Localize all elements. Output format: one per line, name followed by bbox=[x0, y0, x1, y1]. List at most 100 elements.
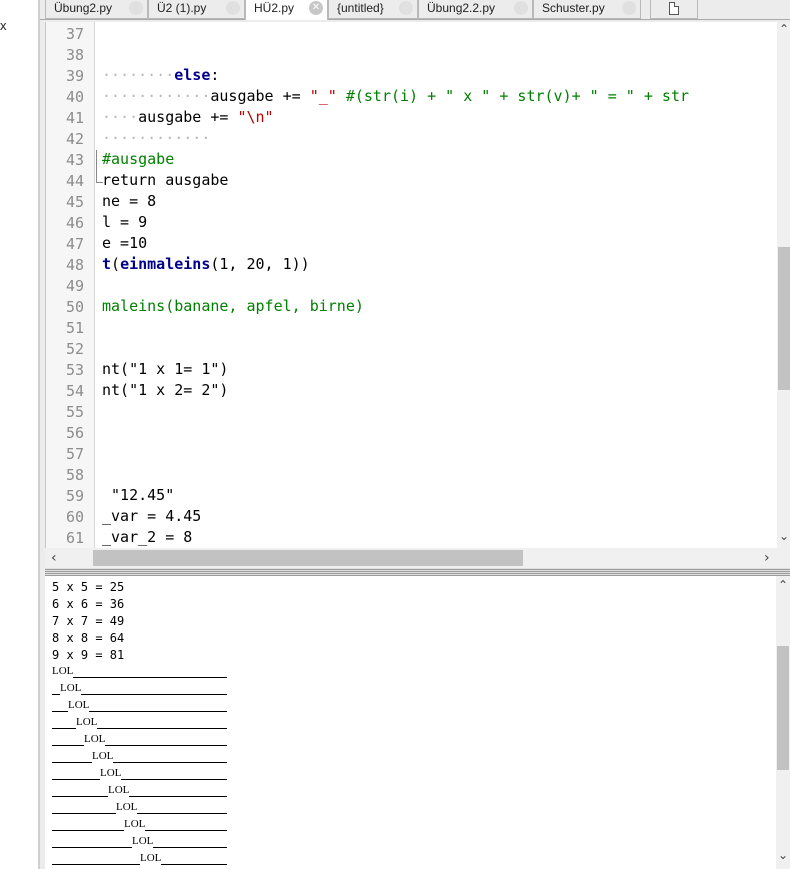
close-tab-icon[interactable]: ✕ bbox=[514, 1, 528, 15]
tab-label: {untitled} bbox=[337, 1, 384, 15]
tab-label: Übung2.py bbox=[54, 1, 113, 15]
code-text: ne = 8 bbox=[102, 192, 157, 210]
comment: #(str(i) + " x " + str(v)+ " = " + str bbox=[336, 87, 690, 105]
close-tab-icon[interactable]: ✕ bbox=[399, 1, 413, 15]
tab-label: HÜ2.py bbox=[254, 1, 295, 15]
lol-word: LOL bbox=[60, 682, 82, 694]
close-tab-icon[interactable]: ✕ bbox=[309, 1, 323, 15]
code-line-39: ········else: bbox=[102, 66, 219, 87]
output-vertical-scrollbar[interactable]: ⌃ ⌄ bbox=[776, 576, 790, 869]
chevron-down-icon[interactable]: ⌄ bbox=[778, 848, 788, 862]
line-number: 52 bbox=[66, 340, 85, 358]
lol-line: LOL bbox=[52, 835, 228, 852]
chevron-down-icon[interactable]: ⌄ bbox=[779, 529, 789, 543]
code-line-41: ····ausgabe += "\n" bbox=[102, 108, 274, 129]
code-editor[interactable]: 37 38 39 40 41 42 43 44 45 46 47 48 49 5… bbox=[45, 22, 790, 548]
whitespace-dots: ············ bbox=[102, 129, 211, 147]
underscore-padding bbox=[105, 733, 228, 746]
line-number: 61 bbox=[66, 529, 85, 547]
tab-uebung2[interactable]: Übung2.py ✕ bbox=[45, 0, 148, 19]
line-number: 43 bbox=[66, 151, 85, 169]
code-text: nt("1 x 1= 1") bbox=[102, 360, 229, 378]
new-tab-button[interactable] bbox=[650, 0, 698, 19]
underscore-padding bbox=[52, 784, 108, 797]
underscore-padding bbox=[113, 750, 228, 763]
close-tab-icon[interactable]: ✕ bbox=[129, 1, 143, 15]
lol-word: LOL bbox=[76, 716, 98, 728]
chevron-right-icon[interactable]: › bbox=[764, 550, 770, 566]
tab-label: Übung2.2.py bbox=[427, 1, 496, 15]
string-literal: "\n" bbox=[237, 108, 274, 126]
underscore-padding bbox=[97, 716, 228, 729]
line-number: 60 bbox=[66, 508, 85, 526]
output-line: 5 x 5 = 25 bbox=[52, 580, 125, 594]
underscore-padding bbox=[89, 699, 228, 712]
line-number: 37 bbox=[66, 25, 85, 43]
scrollbar-thumb[interactable] bbox=[777, 646, 789, 770]
scrollbar-thumb[interactable] bbox=[778, 247, 790, 390]
underscore-padding bbox=[52, 699, 68, 712]
output-line: 6 x 6 = 36 bbox=[52, 597, 125, 611]
lol-word: LOL bbox=[108, 784, 130, 796]
close-icon[interactable]: x bbox=[0, 18, 7, 33]
underscore-padding bbox=[52, 716, 76, 729]
lol-line: LOL bbox=[52, 852, 228, 869]
tab-schuster[interactable]: Schuster.py ✕ bbox=[533, 0, 641, 19]
line-number: 39 bbox=[66, 67, 85, 85]
tab-label: Ü2 (1).py bbox=[157, 1, 207, 15]
close-tab-icon[interactable]: ✕ bbox=[622, 1, 636, 15]
side-panel: x bbox=[0, 0, 38, 869]
code-line-61: _var_2 = 8 bbox=[102, 528, 192, 548]
line-number: 44 bbox=[66, 172, 85, 190]
output-line: 8 x 8 = 64 bbox=[52, 631, 125, 645]
close-tab-icon[interactable]: ✕ bbox=[226, 1, 240, 15]
underscore-padding bbox=[52, 682, 60, 695]
chevron-left-icon[interactable]: ‹ bbox=[51, 550, 57, 566]
code-line-43: #ausgabe bbox=[102, 150, 174, 171]
chevron-up-icon[interactable]: ⌃ bbox=[779, 22, 789, 36]
tab-bar: Übung2.py ✕ Ü2 (1).py ✕ HÜ2.py ✕ {untitl… bbox=[40, 0, 790, 20]
pane-splitter[interactable] bbox=[45, 568, 790, 576]
underscore-padding bbox=[153, 835, 228, 848]
scrollbar-thumb[interactable] bbox=[93, 550, 523, 566]
underscore-padding bbox=[73, 665, 228, 678]
code-text: _var = 4.45 bbox=[102, 507, 202, 525]
code-text: l = 9 bbox=[102, 213, 148, 231]
lol-word: LOL bbox=[124, 818, 146, 830]
underscore-padding bbox=[161, 852, 228, 865]
line-number: 51 bbox=[66, 319, 85, 337]
keyword: return bbox=[102, 171, 157, 189]
code-text: : bbox=[210, 66, 220, 84]
line-number: 58 bbox=[66, 466, 85, 484]
underscore-padding bbox=[137, 801, 228, 814]
line-number: 56 bbox=[66, 424, 85, 442]
chevron-up-icon[interactable]: ⌃ bbox=[778, 578, 788, 592]
keyword: else bbox=[174, 66, 211, 84]
comment: maleins(banane, apfel, birne) bbox=[102, 297, 364, 315]
tab-ue2-1[interactable]: Ü2 (1).py ✕ bbox=[148, 0, 245, 19]
editor-vertical-scrollbar[interactable]: ⌃ ⌄ bbox=[777, 22, 790, 548]
line-number: 45 bbox=[66, 193, 85, 211]
code-line-40: ············ausgabe += "_" #(str(i) + " … bbox=[102, 87, 689, 108]
lol-line: LOL bbox=[52, 784, 228, 801]
underscore-padding bbox=[81, 682, 228, 695]
tab-untitled[interactable]: {untitled} ✕ bbox=[328, 0, 418, 19]
tab-hue2[interactable]: HÜ2.py ✕ bbox=[245, 0, 328, 20]
line-number: 55 bbox=[66, 403, 85, 421]
code-text: nt("1 x 2= 2") bbox=[102, 381, 229, 399]
lol-word: LOL bbox=[52, 665, 74, 677]
code-line-60: _var = 4.45 bbox=[102, 507, 201, 528]
line-number: 57 bbox=[66, 445, 85, 463]
lol-line: LOL bbox=[52, 733, 228, 750]
line-number: 59 bbox=[66, 487, 85, 505]
lol-line: LOL bbox=[52, 750, 228, 767]
code-line-54: nt("1 x 2= 2") bbox=[102, 381, 228, 402]
code-text: ausgabe += bbox=[210, 87, 310, 105]
editor-horizontal-scrollbar[interactable]: ‹ › bbox=[45, 548, 790, 568]
code-area[interactable]: ········else: ············ausgabe += "_"… bbox=[102, 22, 777, 548]
keyword: t bbox=[102, 255, 112, 273]
lol-line: LOL bbox=[52, 818, 228, 835]
lol-line: LOL bbox=[52, 699, 228, 716]
tab-uebung2-2[interactable]: Übung2.2.py ✕ bbox=[418, 0, 533, 19]
underscore-padding bbox=[52, 818, 124, 831]
